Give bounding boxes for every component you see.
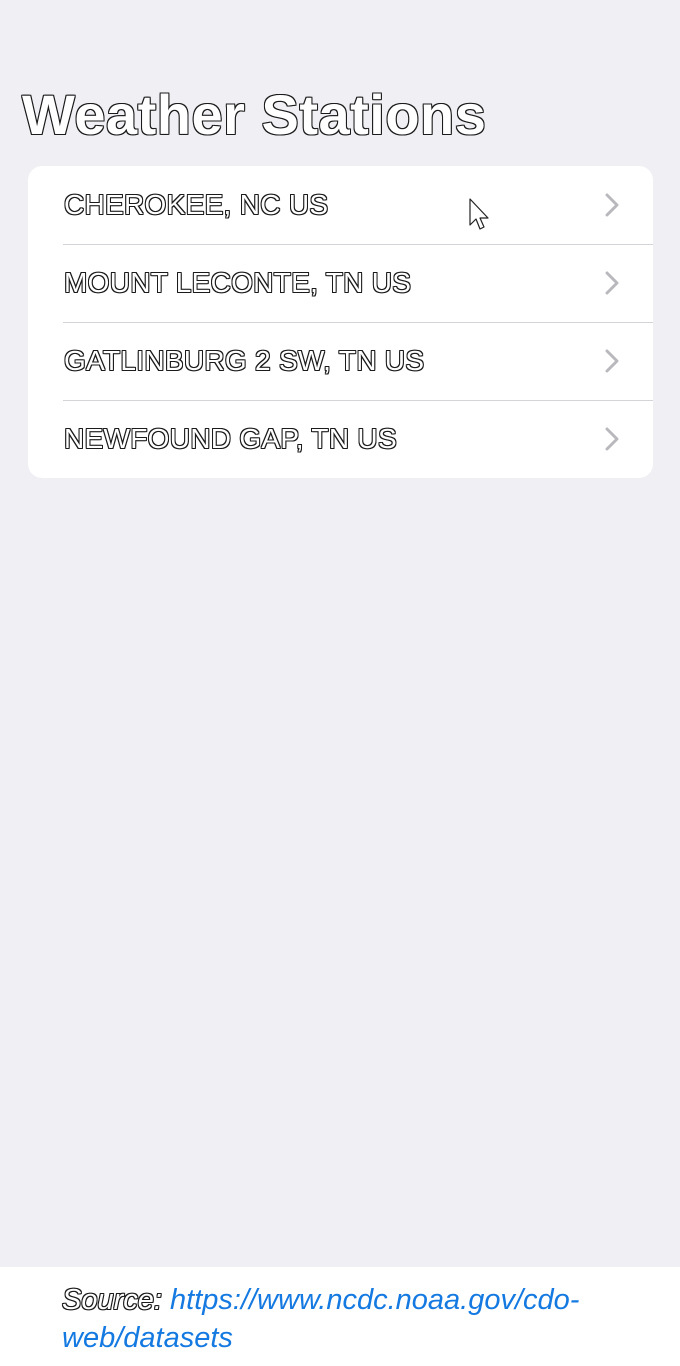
- chevron-right-icon: [605, 193, 619, 217]
- cursor-arrow-icon: [469, 198, 489, 230]
- footer: Source: https://www.ncdc.noaa.gov/cdo-we…: [0, 1267, 680, 1366]
- chevron-right-icon: [605, 271, 619, 295]
- station-row-cherokee[interactable]: CHEROKEE, NC US: [28, 166, 653, 244]
- station-list: CHEROKEE, NC US MOUNT LECONTE, TN US GAT…: [28, 166, 653, 478]
- source-prefix: Source:: [62, 1284, 162, 1316]
- station-row-mount-leconte[interactable]: MOUNT LECONTE, TN US: [28, 244, 653, 322]
- chevron-right-icon: [605, 349, 619, 373]
- source-line: Source: https://www.ncdc.noaa.gov/cdo-we…: [62, 1281, 652, 1357]
- station-label: CHEROKEE, NC US: [64, 189, 329, 220]
- station-row-newfound-gap[interactable]: NEWFOUND GAP, TN US: [28, 400, 653, 478]
- station-label: NEWFOUND GAP, TN US: [64, 423, 397, 454]
- page-title: Weather Stations: [22, 83, 487, 146]
- station-label: GATLINBURG 2 SW, TN US: [64, 345, 425, 376]
- chevron-right-icon: [605, 427, 619, 451]
- station-row-gatlinburg[interactable]: GATLINBURG 2 SW, TN US: [28, 322, 653, 400]
- station-label: MOUNT LECONTE, TN US: [64, 267, 412, 298]
